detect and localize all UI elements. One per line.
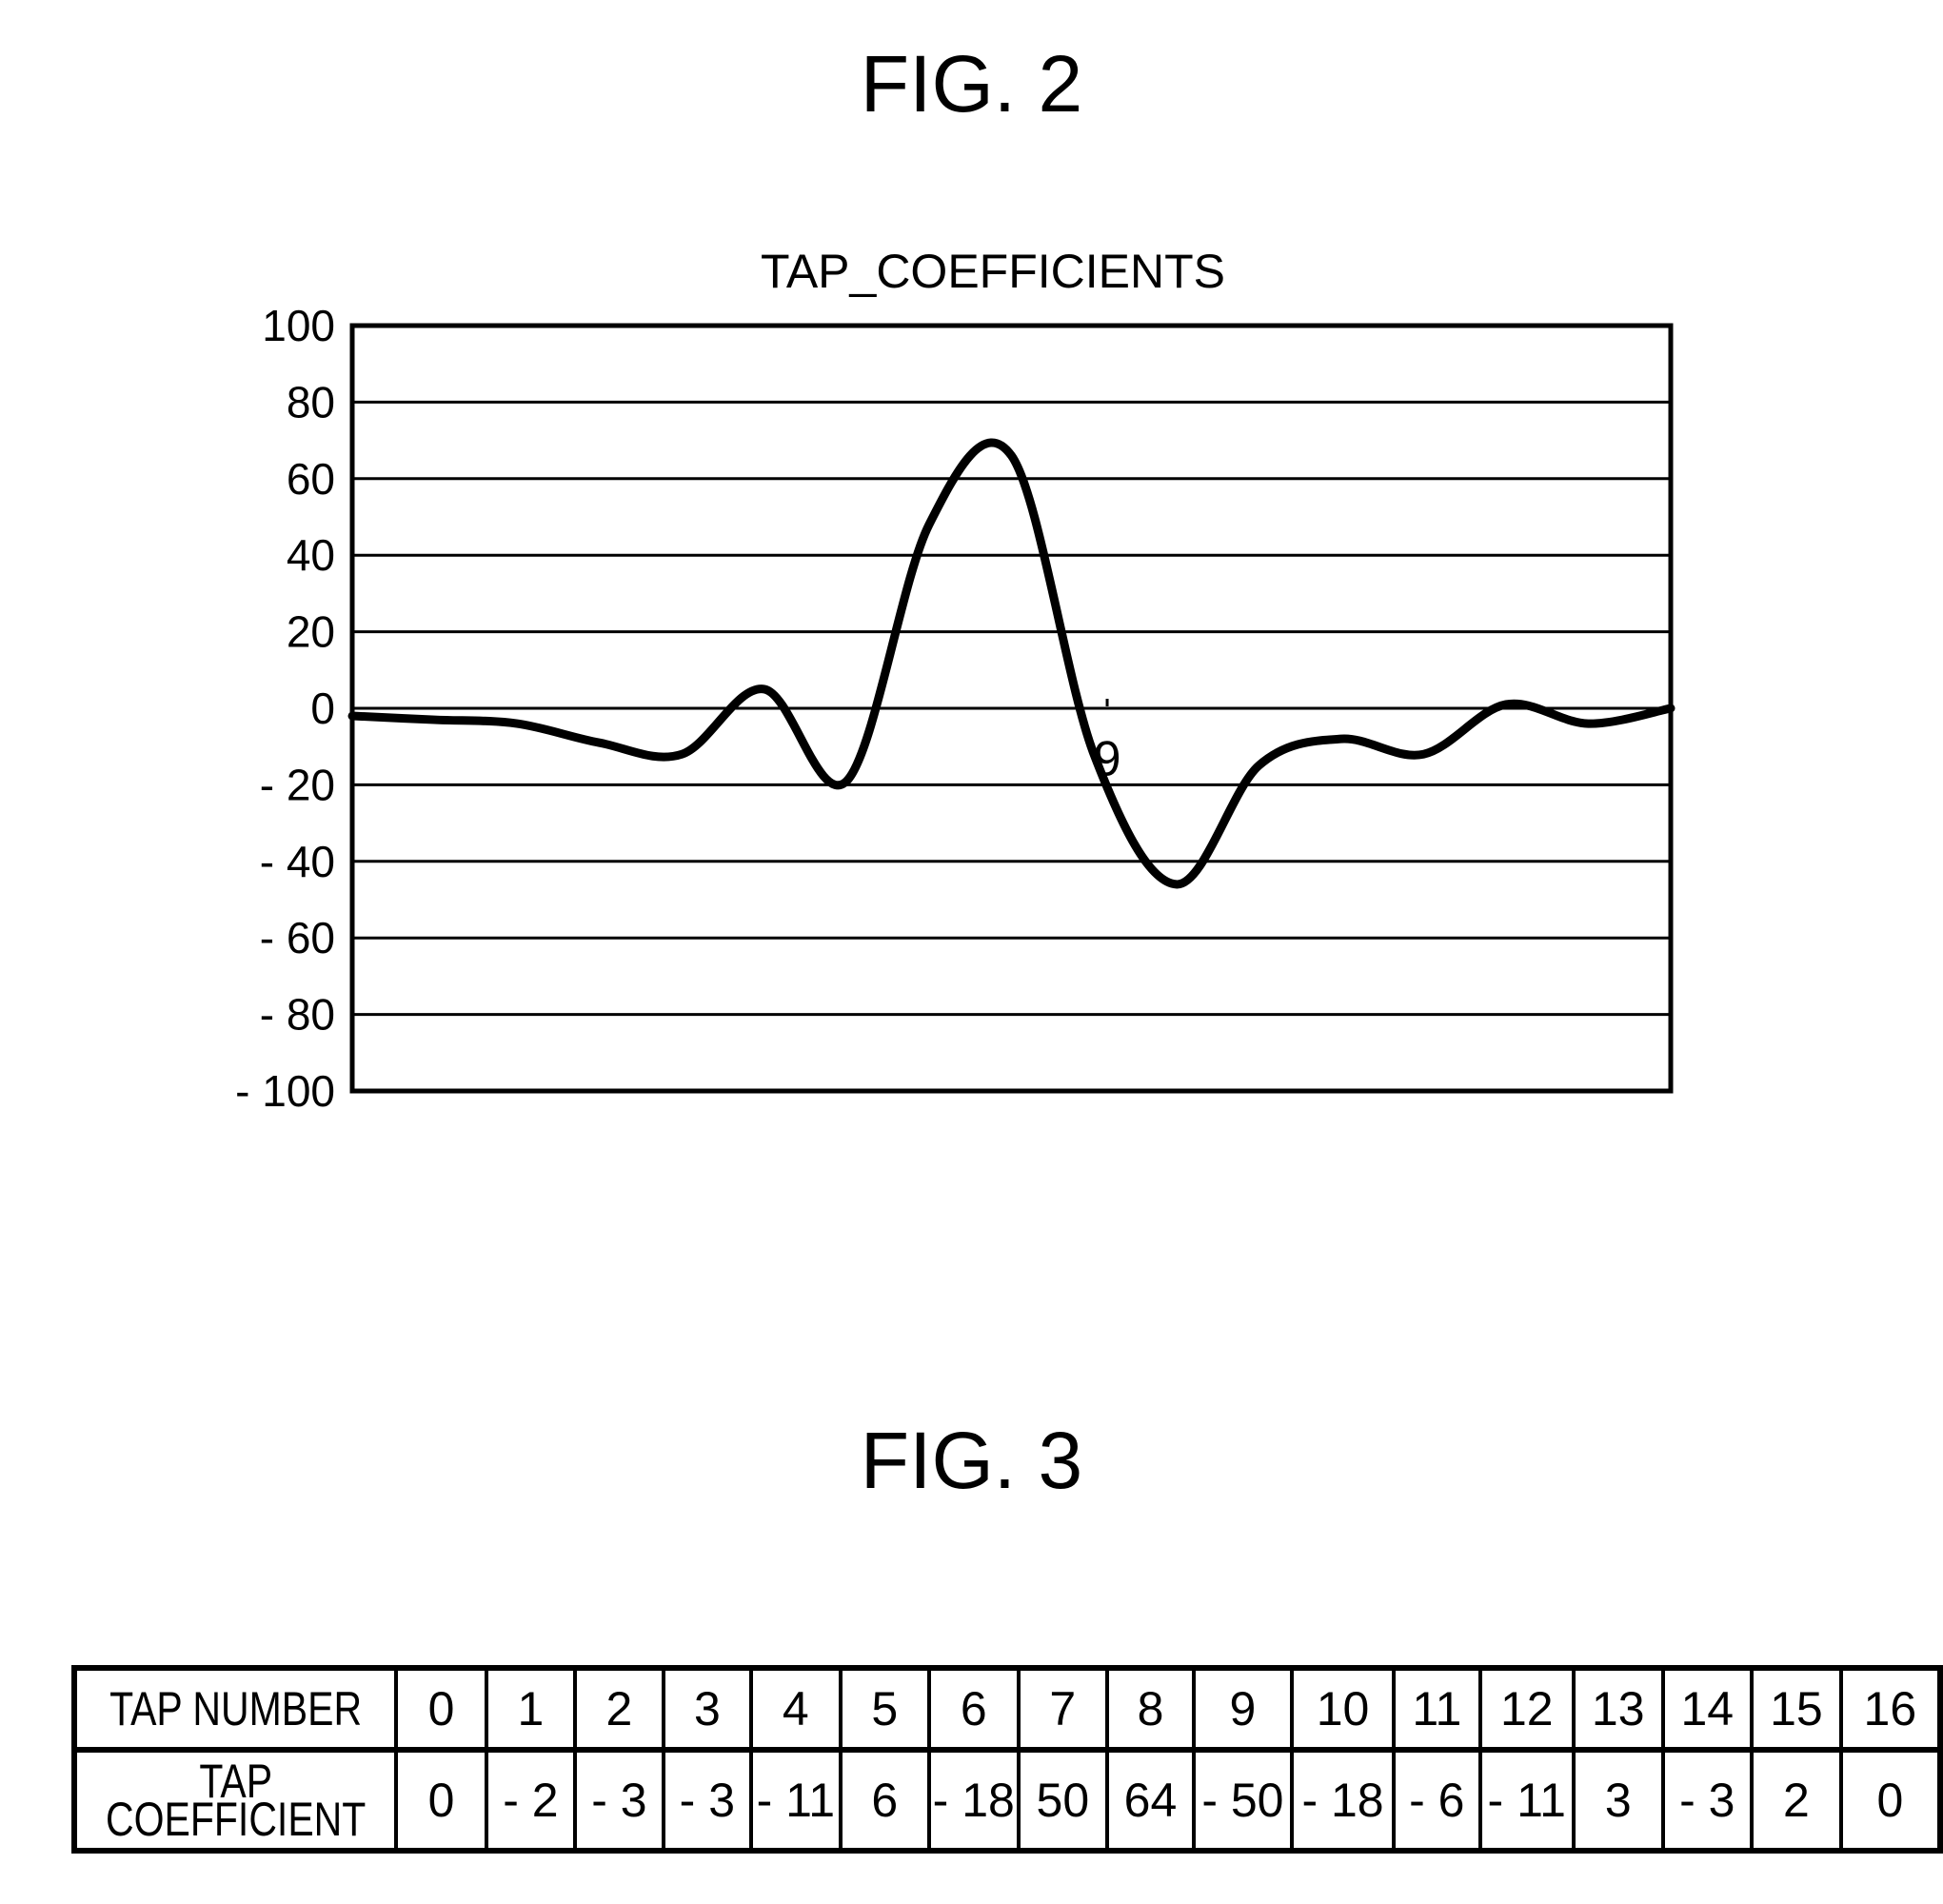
y-tick-label: - 100 [235, 1066, 335, 1116]
tap-coefficient-cell: 64 [1105, 1748, 1196, 1853]
tap-number-cell: 4 [749, 1666, 843, 1752]
tap-coefficient-row: TAP COEFFICIENT 0- 2- 3- 3- 11 6- 18 50 64-… [71, 1748, 1943, 1853]
tap-number-cell: 11 [1392, 1666, 1482, 1752]
y-tick-label: - 20 [260, 760, 335, 809]
annotations: 9 [1094, 699, 1121, 786]
y-tick-label: 80 [287, 377, 335, 426]
tap-number-cell: 1 [484, 1666, 578, 1752]
data-points [352, 456, 1671, 884]
tap-coefficient-cell: - 2 [484, 1748, 578, 1853]
y-tick-label: 100 [262, 301, 335, 350]
tap-number-cell: 15 [1750, 1666, 1843, 1752]
tap-coefficient-cell: - 18 [926, 1748, 1021, 1853]
tap-coefficient-header: TAP COEFFICIENT [71, 1748, 399, 1853]
tap-coefficient-cell: 6 [838, 1748, 931, 1853]
tap-coefficient-cell: 0 [1838, 1748, 1943, 1853]
tap-coefficient-cell: - 18 [1290, 1748, 1397, 1853]
tap-number-cell: 2 [573, 1666, 665, 1752]
tap-coefficient-table: TAP NUMBER 0 1 2 3 4 5 6 7 8 9 10 11 12 13 14 15 16 TAP … [71, 1665, 1943, 1854]
tap-number-cell: 3 [661, 1666, 754, 1752]
chart-title: TAP_COEFFICIENTS [761, 245, 1225, 298]
tap-coefficient-header-line-2: COEFFICIENT [105, 1793, 367, 1846]
tap-coefficient-cell: 2 [1750, 1748, 1843, 1853]
y-tick-label: - 60 [260, 913, 335, 962]
tap-number-cell: 10 [1290, 1666, 1397, 1752]
tap-number-cell: 16 [1838, 1666, 1943, 1752]
tap-number-cell: 5 [838, 1666, 931, 1752]
tap-coefficient-cell: - 3 [661, 1748, 754, 1853]
y-tick-label: - 40 [260, 837, 335, 886]
figure-3-label: FIG. 3 [860, 1416, 1083, 1505]
tap-coefficient-cell: 3 [1571, 1748, 1665, 1853]
tap-coefficient-cell: - 3 [1660, 1748, 1755, 1853]
tap-coefficient-cell: - 6 [1392, 1748, 1482, 1853]
annotation-label: 9 [1094, 731, 1121, 786]
tap-coefficient-cell: - 3 [573, 1748, 665, 1853]
y-tick-label: 40 [287, 530, 335, 580]
tap-number-cell: 14 [1660, 1666, 1755, 1752]
tap-number-cell: 8 [1105, 1666, 1196, 1752]
tap-number-cell: 0 [394, 1666, 488, 1752]
y-tick-label: 20 [287, 607, 335, 657]
tap-number-cell: 9 [1191, 1666, 1295, 1752]
tap-coefficient-cell: 50 [1016, 1748, 1110, 1853]
y-tick-label: 0 [310, 684, 335, 733]
tap-number-header: TAP NUMBER [71, 1666, 399, 1752]
series-line-tap-coefficients [347, 438, 1675, 889]
tap-number-row: TAP NUMBER 0 1 2 3 4 5 6 7 8 9 10 11 12 13 14 15 16 [71, 1666, 1943, 1752]
tap-number-cell: 12 [1477, 1666, 1576, 1752]
tap-coefficient-cell: - 11 [1477, 1748, 1576, 1853]
tap-number-cell: 13 [1571, 1666, 1665, 1752]
y-axis-ticks: 100 80 60 40 20 0 - 20 - 40 - 60 - 80 - 100 [235, 301, 335, 1116]
y-tick-label: 60 [287, 454, 335, 504]
tap-coefficients-chart: TAP_COEFFICIENTS 100 80 60 40 20 0 - 20 - 40 - 6… [235, 245, 1675, 1116]
y-tick-label: - 80 [260, 990, 335, 1040]
tap-coefficient-cell: - 11 [749, 1748, 843, 1853]
tap-coefficient-cell: 0 [394, 1748, 488, 1853]
gridlines [352, 324, 1671, 1093]
tap-coefficient-cell: - 50 [1191, 1748, 1295, 1853]
tap-number-cell: 6 [926, 1666, 1021, 1752]
tap-number-header-text: TAP NUMBER [109, 1682, 363, 1735]
tap-number-cell: 7 [1016, 1666, 1110, 1752]
